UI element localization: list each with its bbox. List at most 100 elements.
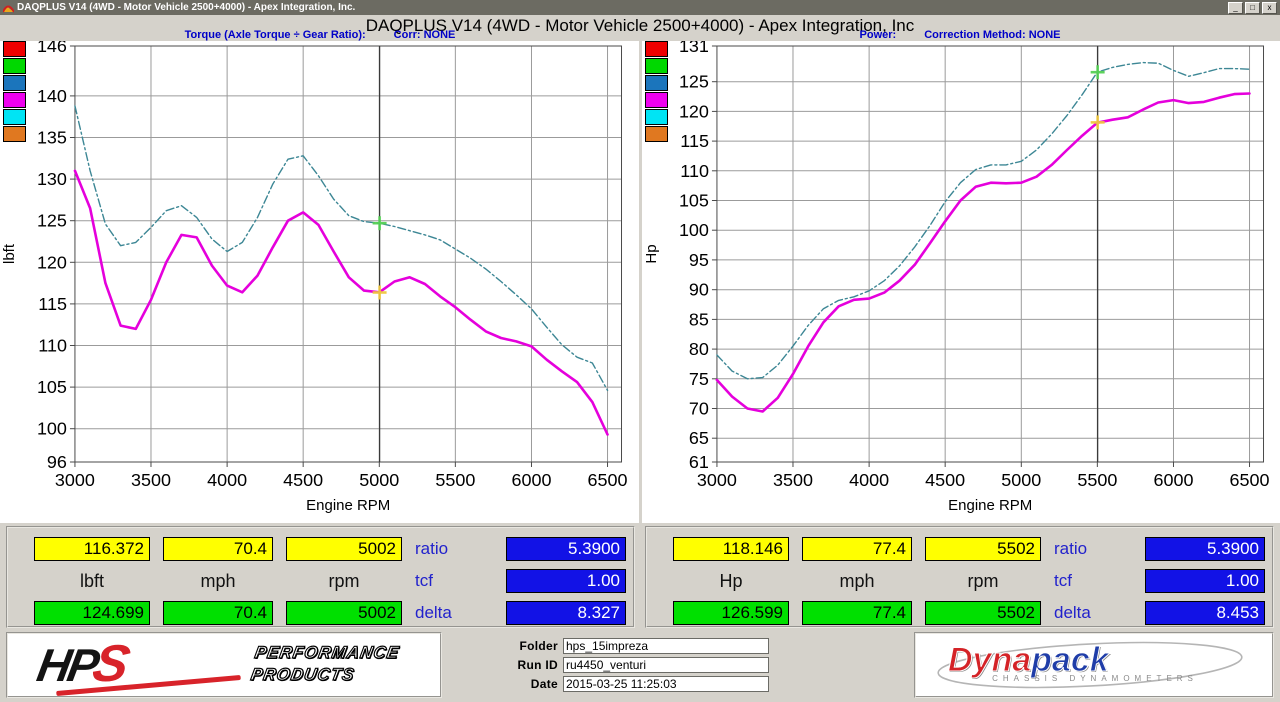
folder-input[interactable]: [563, 638, 769, 654]
legend-swatch-red[interactable]: [3, 41, 26, 57]
torque-comparison-speed: 70.4: [163, 601, 273, 625]
maximize-button[interactable]: □: [1245, 2, 1260, 14]
power-cursor-marker-comparison: [1090, 65, 1104, 79]
x-axis-title: Engine RPM: [948, 497, 1032, 514]
date-input[interactable]: [563, 676, 769, 692]
close-button[interactable]: x: [1262, 2, 1277, 14]
svg-text:4500: 4500: [283, 470, 323, 490]
bottom-strip: HPS PERFORMANCE PRODUCTS Folder Run ID D…: [6, 632, 1274, 698]
svg-text:3000: 3000: [55, 470, 95, 490]
svg-text:5000: 5000: [359, 470, 399, 490]
run-info-form: Folder Run ID Date: [450, 632, 906, 698]
hps-logo-panel: HPS PERFORMANCE PRODUCTS: [6, 632, 442, 698]
dynapack-tagline: CHASSIS DYNAMOMETERS: [930, 674, 1260, 683]
folder-label: Folder: [496, 639, 558, 653]
svg-text:6000: 6000: [511, 470, 551, 490]
power-tcf-label: tcf: [1054, 571, 1132, 591]
runid-input[interactable]: [563, 657, 769, 673]
svg-text:5000: 5000: [1001, 470, 1041, 490]
x-axis-title: Engine RPM: [306, 497, 390, 514]
hps-logo-tagline: PERFORMANCE PRODUCTS: [249, 642, 401, 686]
legend-swatch-cyan[interactable]: [645, 109, 668, 125]
svg-text:125: 125: [37, 211, 67, 231]
power-chart-header: Power:Correction Method: NONE: [640, 29, 1280, 41]
torque-tcf-value: 1.00: [506, 569, 626, 593]
gridlines: [716, 46, 1263, 462]
legend-swatch-magenta[interactable]: [645, 92, 668, 108]
charts-row: 1461401351301251201151101051009630003500…: [0, 41, 1280, 523]
torque-correction-label: Corr: NONE: [394, 29, 456, 41]
torque-comparison-run: [75, 106, 608, 391]
minimize-button[interactable]: _: [1228, 2, 1243, 14]
power-delta-value: 8.453: [1145, 601, 1265, 625]
torque-speed-unit-label: mph: [163, 571, 273, 592]
power-comparison-speed: 77.4: [802, 601, 912, 625]
power-speed-unit-label: mph: [802, 571, 912, 592]
svg-text:115: 115: [680, 131, 709, 151]
legend-swatch-orange[interactable]: [3, 126, 26, 142]
date-row: Date: [496, 676, 906, 692]
readouts-row: 116.372 70.4 5002 ratio 5.3900 lbft mph …: [6, 526, 1274, 628]
svg-text:135: 135: [37, 127, 67, 147]
legend-swatch-blue[interactable]: [3, 75, 26, 91]
plot-border: [716, 46, 1263, 462]
power-comparison-value: 126.599: [673, 601, 789, 625]
power-ratio-value: 5.3900: [1145, 537, 1265, 561]
date-label: Date: [496, 677, 558, 691]
legend-swatch-cyan[interactable]: [3, 109, 26, 125]
torque-cursor-value: 116.372: [34, 537, 150, 561]
legend-swatch-red[interactable]: [645, 41, 668, 57]
power-correction-label: Correction Method: NONE: [924, 29, 1060, 41]
torque-chart[interactable]: 1461401351301251201151101051009630003500…: [0, 41, 639, 523]
svg-text:5500: 5500: [1077, 470, 1117, 490]
legend-swatch-green[interactable]: [3, 58, 26, 74]
svg-text:6000: 6000: [1153, 470, 1193, 490]
svg-text:75: 75: [688, 369, 708, 389]
legend-swatch-green[interactable]: [645, 58, 668, 74]
runid-row: Run ID: [496, 657, 906, 673]
power-readout-panel: 118.146 77.4 5502 ratio 5.3900 Hp mph rp…: [645, 526, 1274, 628]
legend-swatch-magenta[interactable]: [3, 92, 26, 108]
hps-tagline-1: PERFORMANCE: [253, 642, 401, 664]
svg-text:4000: 4000: [849, 470, 889, 490]
power-chart[interactable]: 1311251201151101051009590858075706561300…: [642, 41, 1280, 523]
svg-text:6500: 6500: [1229, 470, 1269, 490]
svg-text:6500: 6500: [588, 470, 628, 490]
torque-readout-panel: 116.372 70.4 5002 ratio 5.3900 lbft mph …: [6, 526, 635, 628]
dynapack-logo: Dynapack CHASSIS DYNAMOMETERS: [930, 638, 1260, 692]
power-ratio-label: ratio: [1054, 539, 1132, 559]
power-chart-plot: 1311251201151101051009590858075706561300…: [642, 41, 1280, 523]
hps-tagline-2: PRODUCTS: [249, 664, 397, 686]
svg-text:110: 110: [680, 161, 709, 181]
svg-text:5500: 5500: [435, 470, 475, 490]
svg-text:125: 125: [678, 72, 708, 92]
power-rpm-unit-label: rpm: [925, 571, 1041, 592]
dynapack-logo-panel: Dynapack CHASSIS DYNAMOMETERS: [914, 632, 1274, 698]
hps-logo: HPS PERFORMANCE PRODUCTS: [38, 636, 418, 694]
svg-text:130: 130: [37, 169, 67, 189]
power-comparison-rpm: 5502: [925, 601, 1041, 625]
svg-text:4500: 4500: [925, 470, 965, 490]
power-comparison-run: [716, 63, 1249, 379]
svg-text:95: 95: [688, 250, 708, 270]
legend-swatch-blue[interactable]: [645, 75, 668, 91]
power-tcf-value: 1.00: [1145, 569, 1265, 593]
torque-delta-label: delta: [415, 603, 493, 623]
torque-tcf-label: tcf: [415, 571, 493, 591]
svg-text:105: 105: [678, 190, 708, 210]
power-cursor-rpm: 5502: [925, 537, 1041, 561]
svg-text:70: 70: [688, 398, 708, 418]
runid-label: Run ID: [496, 658, 558, 672]
axis-tick-labels: 1461401351301251201151101051009630003500…: [37, 41, 628, 490]
svg-text:3500: 3500: [131, 470, 171, 490]
svg-text:120: 120: [37, 252, 67, 272]
svg-text:85: 85: [688, 309, 708, 329]
legend-swatch-orange[interactable]: [645, 126, 668, 142]
power-delta-label: delta: [1054, 603, 1132, 623]
window-title: DAQPLUS V14 (4WD - Motor Vehicle 2500+40…: [17, 2, 355, 13]
torque-rpm-unit-label: rpm: [286, 571, 402, 592]
torque-comparison-rpm: 5002: [286, 601, 402, 625]
torque-chart-header: Torque (Axle Torque ÷ Gear Ratio):Corr: …: [0, 29, 640, 41]
torque-unit-label: lbft: [34, 571, 150, 592]
torque-legend: [3, 41, 26, 143]
